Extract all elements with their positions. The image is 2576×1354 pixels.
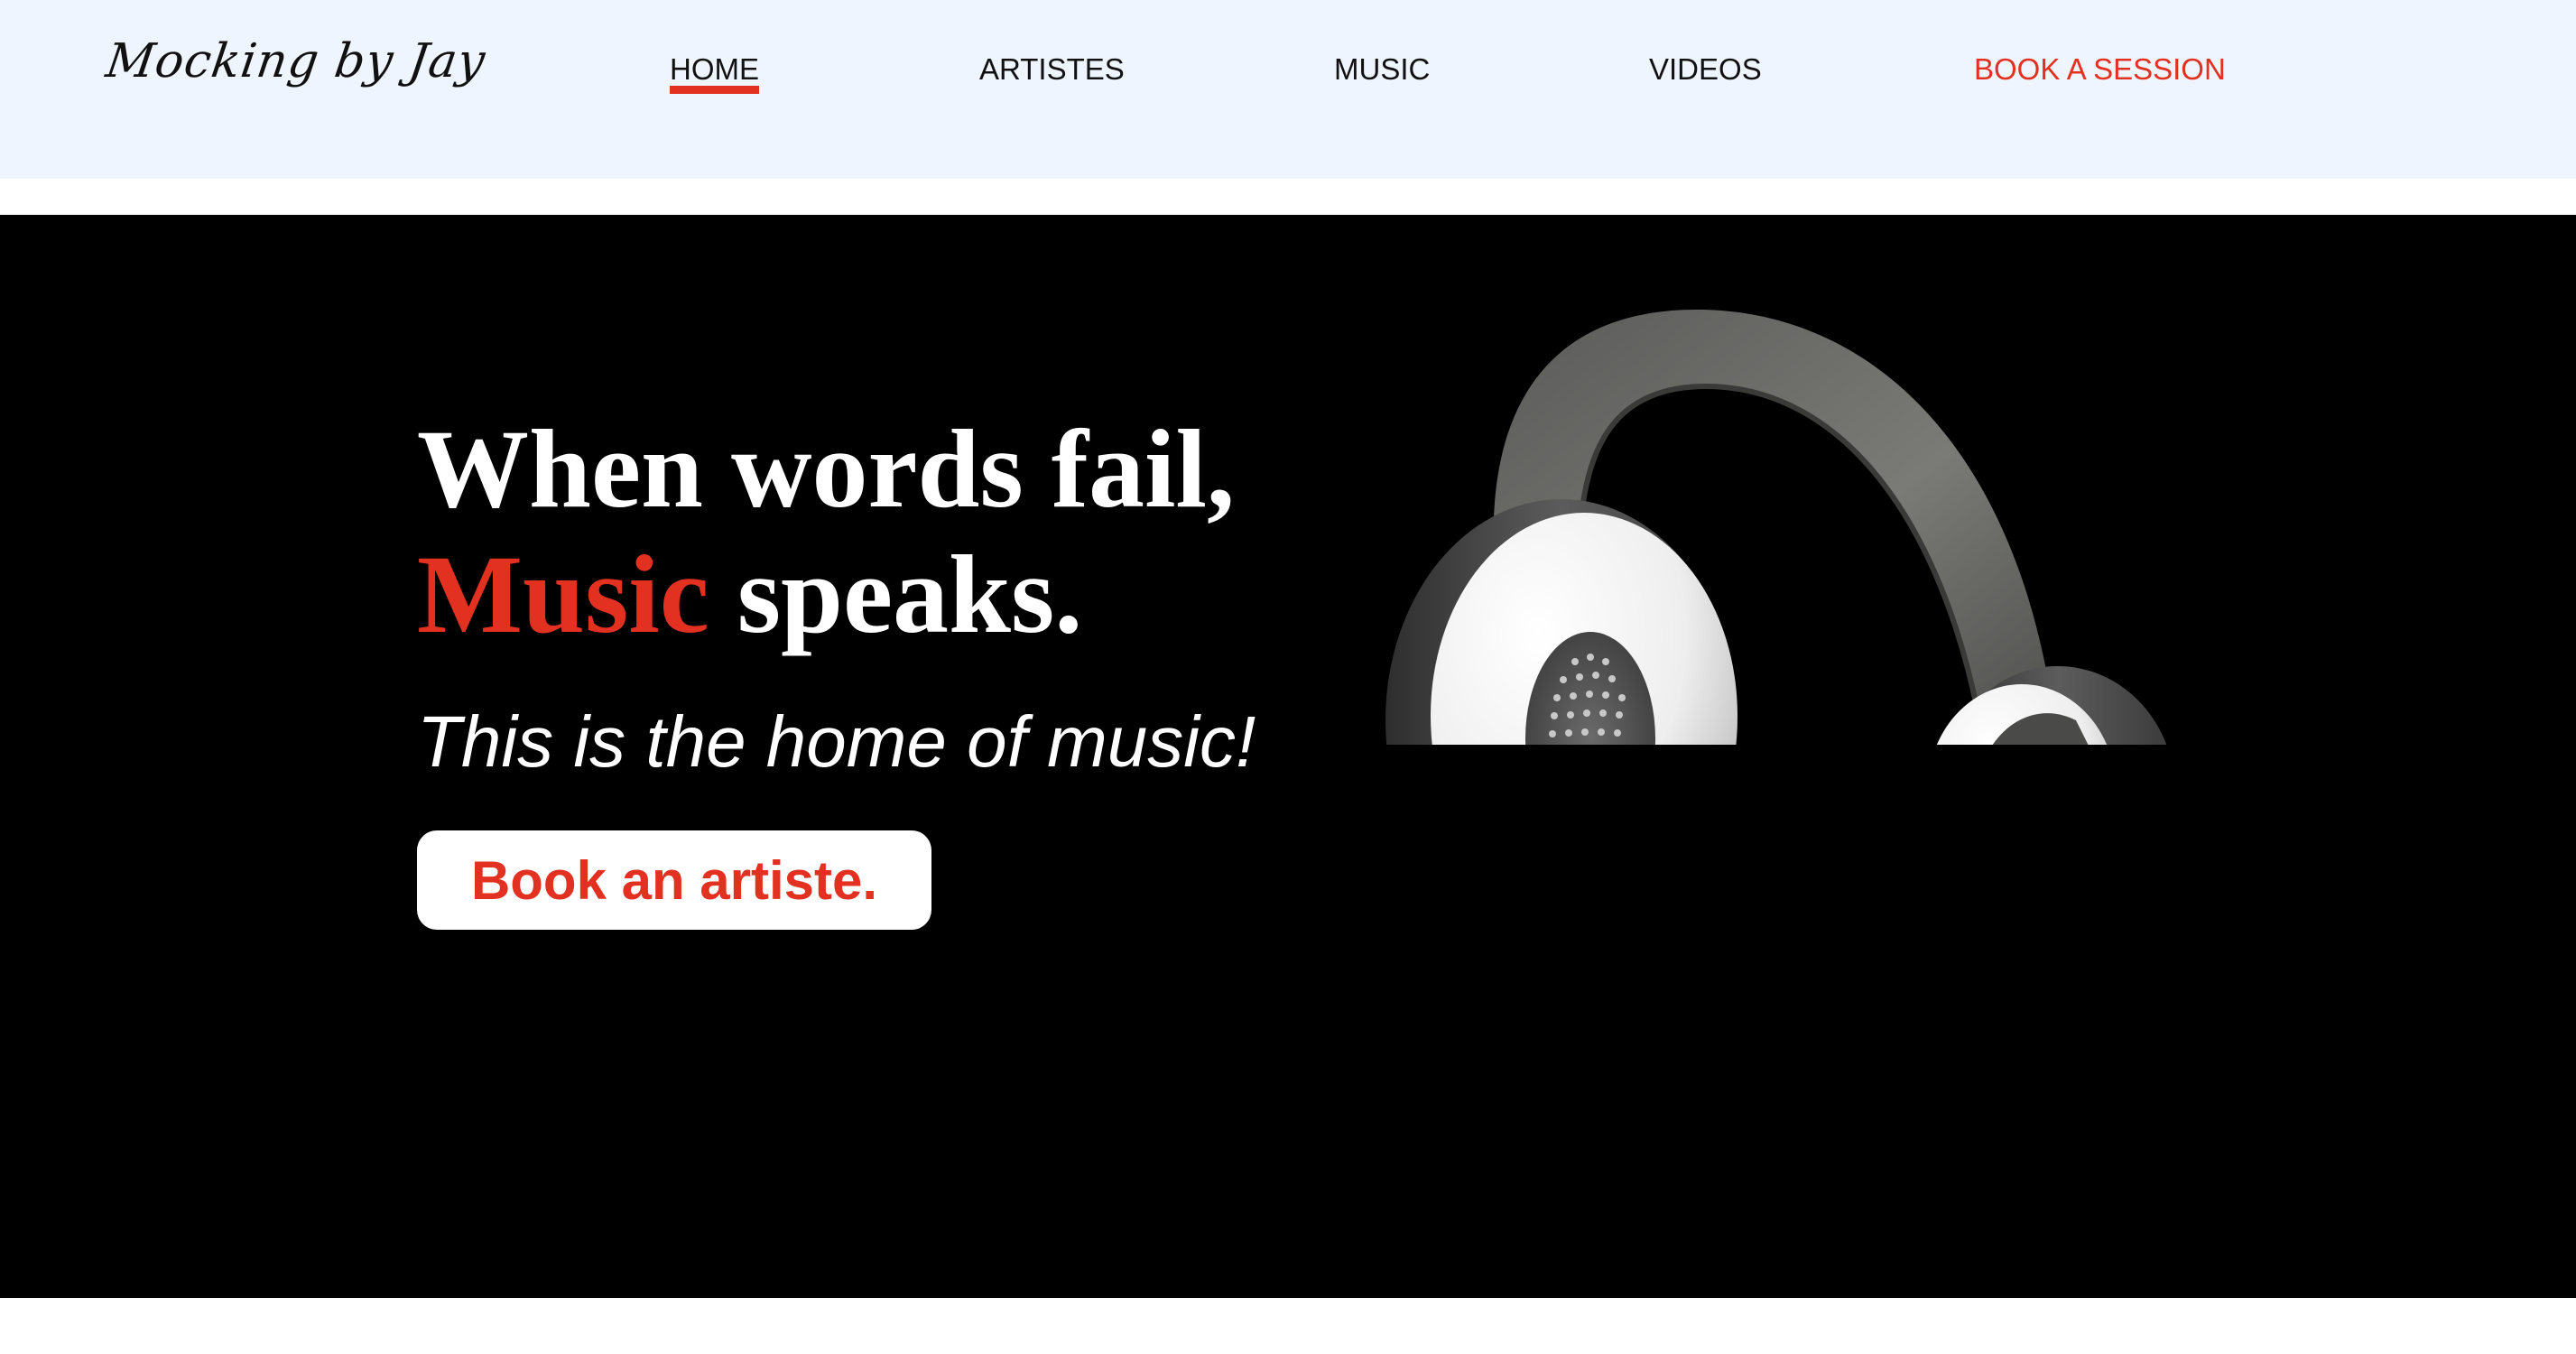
hero-tagline: This is the home of music! xyxy=(417,701,1256,782)
nav-item-videos[interactable]: VIDEOS xyxy=(1649,52,1762,87)
nav-item-artistes[interactable]: ARTISTES xyxy=(979,52,1125,87)
headline-line-2: speaks. xyxy=(709,533,1083,656)
hero-section: When words fail, Music speaks. This is t… xyxy=(0,215,2576,1298)
book-artiste-button[interactable]: Book an artiste. xyxy=(417,830,931,930)
nav-item-home[interactable]: HOME xyxy=(670,52,759,94)
headline-accent-word: Music xyxy=(417,533,709,656)
headline-line-1: When words fail, xyxy=(417,407,1235,531)
site-header: Mocking by Jay HOME ARTISTES MUSIC VIDEO… xyxy=(0,0,2576,179)
nav-item-music[interactable]: MUSIC xyxy=(1334,52,1430,87)
active-nav-underline xyxy=(670,86,759,94)
nav-item-home-label: HOME xyxy=(670,52,759,86)
nav-book-session-link[interactable]: BOOK A SESSION xyxy=(1974,52,2226,87)
headphones-illustration xyxy=(1385,310,2166,745)
hero-headline: When words fail, Music speaks. xyxy=(417,406,1235,657)
brand-logo[interactable]: Mocking by Jay xyxy=(103,34,489,88)
